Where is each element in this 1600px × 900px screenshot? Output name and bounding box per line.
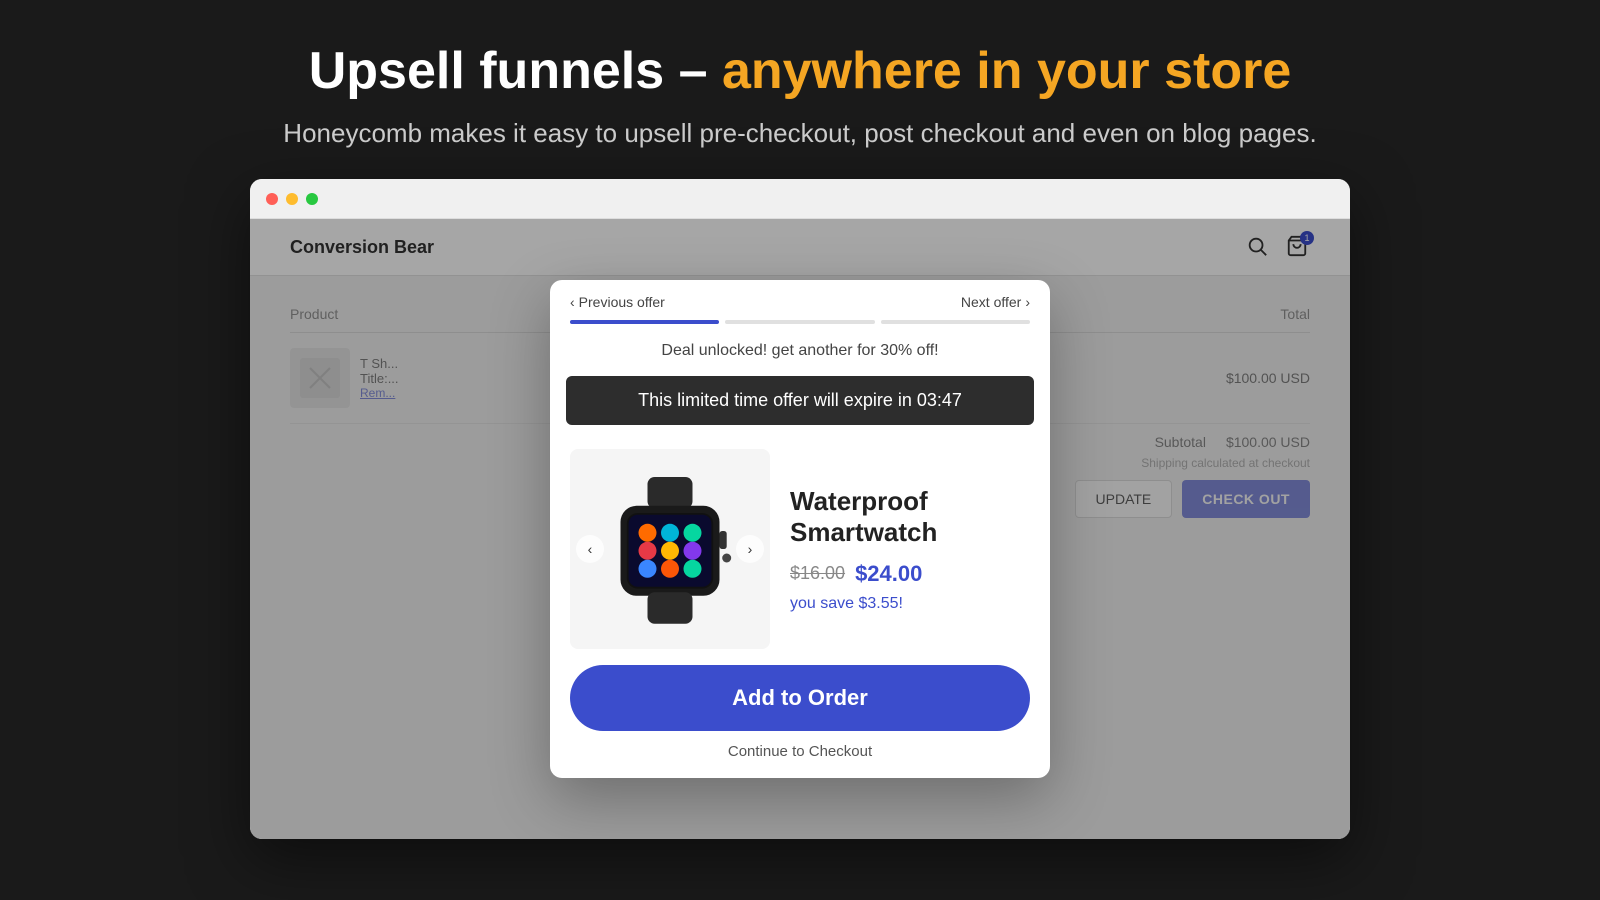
timer-bar: This limited time offer will expire in 0… xyxy=(566,376,1034,425)
price-row: $16.00 $24.00 xyxy=(790,561,1030,587)
sale-price: $24.00 xyxy=(855,561,922,587)
next-offer-button[interactable]: Next offer › xyxy=(961,294,1030,310)
product-name: Waterproof Smartwatch xyxy=(790,486,1030,548)
product-section: ‹ › Waterproof Smartwatch $16.00 $24.00 xyxy=(550,433,1050,665)
product-details: Waterproof Smartwatch $16.00 $24.00 you … xyxy=(790,486,1030,612)
modal-nav: ‹ Previous offer Next offer › xyxy=(550,280,1050,310)
prev-offer-label: Previous offer xyxy=(579,294,665,310)
add-to-order-button[interactable]: Add to Order xyxy=(570,665,1030,731)
browser-dot-red xyxy=(266,193,278,205)
browser-chrome xyxy=(250,179,1350,219)
prev-offer-button[interactable]: ‹ Previous offer xyxy=(570,294,665,310)
hero-title-part1: Upsell funnels – xyxy=(309,42,722,100)
original-price: $16.00 xyxy=(790,563,845,584)
progress-bar-3 xyxy=(881,320,1030,324)
image-next-button[interactable]: › xyxy=(736,535,764,563)
browser-content: Conversion Bear 1 xyxy=(250,219,1350,839)
hero-subtitle: Honeycomb makes it easy to upsell pre-ch… xyxy=(20,118,1580,149)
product-name-line1: Waterproof xyxy=(790,486,928,516)
progress-bar-2 xyxy=(725,320,874,324)
chevron-right-icon: › xyxy=(1025,294,1030,310)
image-prev-button[interactable]: ‹ xyxy=(576,535,604,563)
browser-dot-yellow xyxy=(286,193,298,205)
chevron-left-icon: ‹ xyxy=(570,294,575,310)
continue-to-checkout-link[interactable]: Continue to Checkout xyxy=(550,743,1050,778)
hero-title-highlight: anywhere in your store xyxy=(722,42,1291,100)
browser-window: Conversion Bear 1 xyxy=(250,179,1350,839)
deal-text: Deal unlocked! get another for 30% off! xyxy=(550,334,1050,368)
product-image-container: ‹ › xyxy=(570,449,770,649)
savings-text: you save $3.55! xyxy=(790,595,1030,613)
browser-dot-green xyxy=(306,193,318,205)
progress-bars xyxy=(550,310,1050,334)
progress-bar-1 xyxy=(570,320,719,324)
modal-overlay: ‹ Previous offer Next offer › Deal unloc… xyxy=(250,219,1350,839)
product-name-line2: Smartwatch xyxy=(790,517,937,547)
hero-section: Upsell funnels – anywhere in your store … xyxy=(0,0,1600,179)
upsell-modal: ‹ Previous offer Next offer › Deal unloc… xyxy=(550,280,1050,778)
hero-title: Upsell funnels – anywhere in your store xyxy=(20,40,1580,102)
next-offer-label: Next offer xyxy=(961,294,1021,310)
